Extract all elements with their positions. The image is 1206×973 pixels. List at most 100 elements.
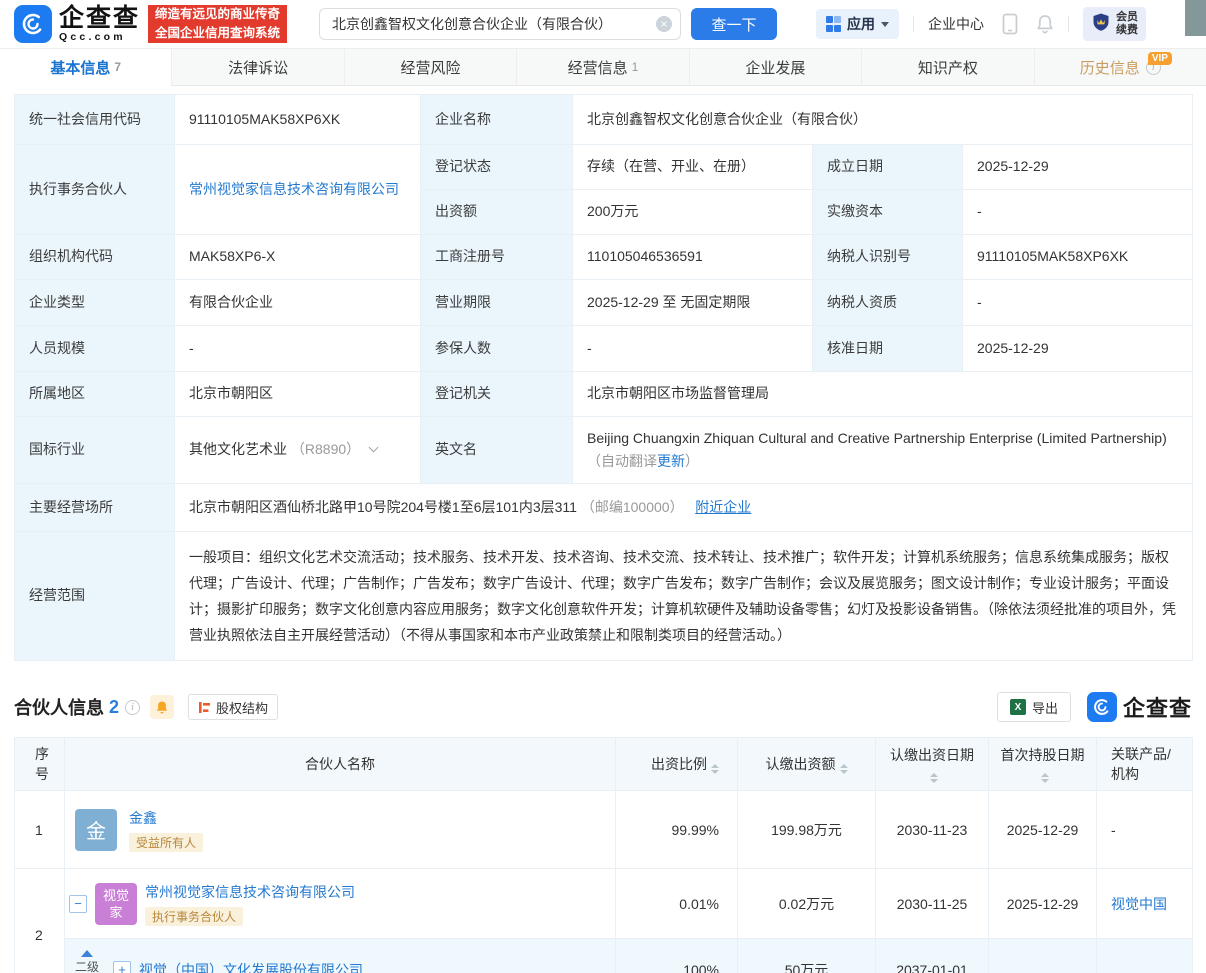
export-button[interactable]: X 导出 [997, 692, 1071, 722]
paid-capital-value: - [963, 190, 1193, 235]
tab-count: 7 [114, 60, 121, 74]
tab-operation-risk[interactable]: 经营风险 [344, 49, 516, 85]
ratio-value: 99.99% [616, 791, 738, 869]
chevron-down-icon[interactable] [369, 443, 379, 453]
partners-table-header-row: 序号 合伙人名称 出资比例 认缴出资额 认缴出资日期 首次持股日期 关联产品/机… [15, 738, 1193, 791]
partner-name-link[interactable]: 金鑫 [129, 810, 157, 826]
capital-label: 出资额 [421, 190, 573, 235]
scrollbar-thumb[interactable] [1185, 0, 1206, 36]
exec-partner-link[interactable]: 常州视觉家信息技术咨询有限公司 [189, 181, 399, 197]
beneficial-owner-tag: 受益所有人 [129, 833, 203, 852]
first-hold-date-value: 2025-12-29 [989, 791, 1097, 869]
org-code-label: 组织机构代码 [15, 235, 175, 280]
enterprise-center-link[interactable]: 企业中心 [928, 14, 984, 34]
col-amount[interactable]: 认缴出资额 [738, 738, 876, 791]
reg-status-value: 存续（在营、开业、在册） [573, 145, 813, 190]
translate-update-link[interactable]: 更新 [657, 453, 685, 469]
reg-status-label: 登记状态 [421, 145, 573, 190]
col-first-hold-date[interactable]: 首次持股日期 [989, 738, 1097, 791]
qcc-logo[interactable]: 企查查 Qcc.com [14, 5, 140, 43]
org-code-value: MAK58XP6-X [175, 235, 421, 280]
staff-size-value: - [175, 326, 421, 372]
related-product-link[interactable]: 视觉中国 [1111, 896, 1167, 912]
nearby-companies-link[interactable]: 附近企业 [695, 499, 751, 515]
taxpayer-qual-value: - [963, 280, 1193, 326]
header-actions: 应用 企业中心 会员 续费 [816, 7, 1147, 41]
col-related: 关联产品/机构 [1097, 738, 1193, 791]
triangle-up-icon [81, 950, 93, 957]
info-icon: i [125, 700, 140, 715]
search-button[interactable]: 查一下 [691, 8, 777, 40]
mobile-app-icon[interactable] [1002, 13, 1018, 35]
english-name-value: Beijing Chuangxin Zhiquan Cultural and C… [573, 417, 1193, 484]
approval-date-value: 2025-12-29 [963, 326, 1193, 372]
region-label: 所属地区 [15, 372, 175, 417]
tab-enterprise-development[interactable]: 企业发展 [689, 49, 861, 85]
tab-legal-litigation[interactable]: 法律诉讼 [171, 49, 343, 85]
address-zip: （邮编100000） [581, 499, 684, 515]
taxpayer-id-label: 纳税人识别号 [813, 235, 963, 280]
capital-value: 200万元 [573, 190, 813, 235]
amount-value: 50万元 [738, 939, 876, 973]
search-input-wrap: × [319, 8, 681, 40]
col-ratio[interactable]: 出资比例 [616, 738, 738, 791]
amount-value: 0.02万元 [738, 869, 876, 939]
secondary-shareholder-toggle[interactable]: 二级股东 [69, 950, 105, 973]
sort-icon[interactable] [1041, 773, 1049, 783]
top-header: 企查查 Qcc.com 缔造有远见的商业传奇 全国企业信用查询系统 × 查一下 … [0, 0, 1206, 48]
ratio-value: 100% [616, 939, 738, 973]
expand-button[interactable]: + [113, 961, 131, 973]
credit-code-value: 91110105MAK58XP6XK [175, 95, 421, 145]
related-value: - [1097, 791, 1193, 869]
credit-code-label: 统一社会信用代码 [15, 95, 175, 145]
collapse-button[interactable]: − [69, 895, 87, 913]
authority-value: 北京市朝阳区市场监督管理局 [573, 372, 1193, 417]
excel-icon: X [1010, 699, 1026, 715]
approval-date-label: 核准日期 [813, 326, 963, 372]
slogan-line2: 全国企业信用查询系统 [155, 24, 280, 43]
tab-operation-info[interactable]: 经营信息1 [516, 49, 688, 85]
company-type-label: 企业类型 [15, 280, 175, 326]
qcc-logo-icon [1087, 692, 1117, 722]
sort-icon[interactable] [930, 773, 938, 783]
authority-label: 登记机关 [421, 372, 573, 417]
equity-structure-button[interactable]: 股权结构 [188, 694, 278, 720]
taxpayer-qual-label: 纳税人资质 [813, 280, 963, 326]
industry-value: 其他文化艺术业 （R8890） [175, 417, 421, 484]
region-value: 北京市朝阳区 [175, 372, 421, 417]
exec-partner-value: 常州视觉家信息技术咨询有限公司 [175, 145, 421, 235]
notification-bell-icon[interactable] [1036, 14, 1054, 34]
partner-row: 1 金 金鑫 受益所有人 99.99% 199.98万元 2030-11-23 … [15, 791, 1193, 869]
tab-intellectual-property[interactable]: 知识产权 [861, 49, 1033, 85]
sub-shareholder-name-link[interactable]: 视觉（中国）文化发展股份有限公司 [139, 960, 363, 973]
sub-shareholder-row: 二级股东 + 视觉（中国）文化发展股份有限公司 100% 50万元 2037-0… [15, 939, 1193, 973]
tab-basic-info[interactable]: 基本信息7 [0, 49, 171, 86]
clear-search-icon[interactable]: × [656, 16, 672, 32]
industry-code: （R8890） [291, 441, 360, 457]
business-term-value: 2025-12-29 至 无固定期限 [573, 280, 813, 326]
paid-capital-label: 实缴资本 [813, 190, 963, 235]
executive-partner-tag: 执行事务合伙人 [145, 907, 243, 926]
tab-history-info[interactable]: VIP 历史信息 i [1034, 49, 1206, 85]
apps-grid-icon [826, 16, 842, 32]
row-index: 2 [15, 869, 65, 973]
apps-menu-button[interactable]: 应用 [816, 9, 900, 39]
vip-renew-button[interactable]: 会员 续费 [1083, 7, 1146, 41]
row-index: 1 [15, 791, 65, 869]
sort-icon[interactable] [711, 764, 719, 774]
col-subscribe-date[interactable]: 认缴出资日期 [876, 738, 989, 791]
partner-name-link[interactable]: 常州视觉家信息技术咨询有限公司 [145, 884, 355, 900]
partner-row: 2 − 视觉家 常州视觉家信息技术咨询有限公司 执行事务合伙人 0.01% 0.… [15, 869, 1193, 939]
establish-date-value: 2025-12-29 [963, 145, 1193, 190]
search-input[interactable] [320, 9, 680, 39]
divider [913, 16, 914, 32]
monitor-bell-icon[interactable] [150, 695, 174, 719]
vip-crown-icon [1091, 12, 1111, 37]
tab-count: 1 [632, 60, 639, 74]
insured-value: - [573, 326, 813, 372]
qcc-logo-text: 企查查 [59, 6, 140, 31]
sort-icon[interactable] [840, 764, 848, 774]
tab-bar: 基本信息7 法律诉讼 经营风险 经营信息1 企业发展 知识产权 VIP 历史信息… [0, 48, 1206, 86]
partner-avatar: 金 [75, 809, 117, 851]
slogan-line1: 缔造有远见的商业传奇 [155, 5, 280, 24]
